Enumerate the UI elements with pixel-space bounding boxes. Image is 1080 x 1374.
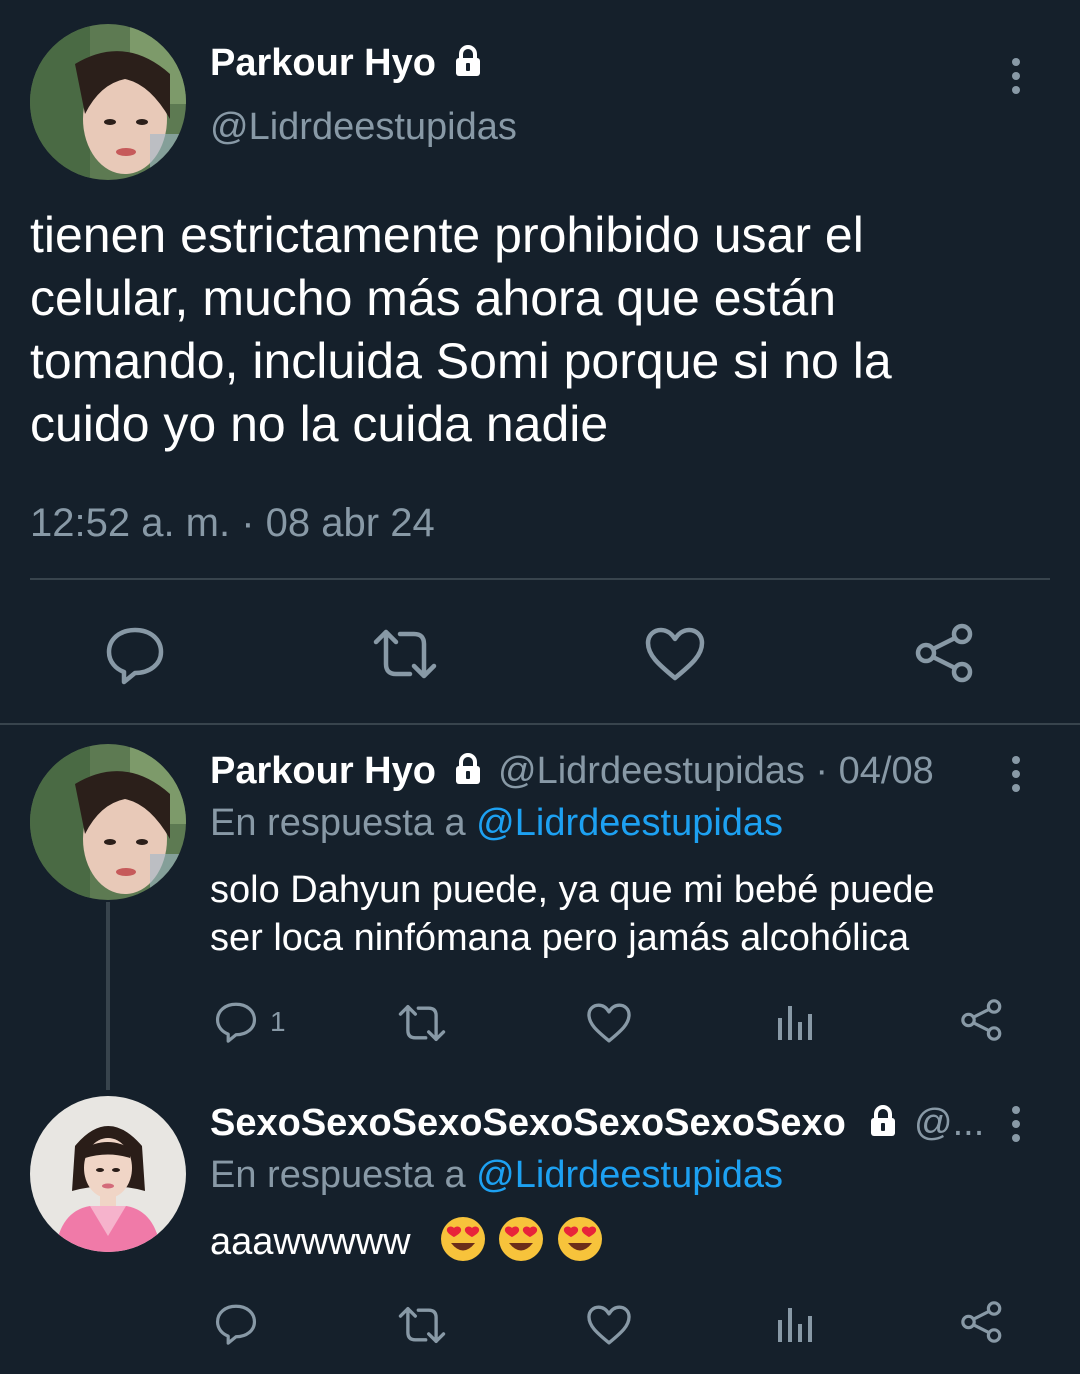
replying-to-link[interactable]: @Lidrdeestupidas — [476, 1154, 783, 1196]
avatar[interactable] — [30, 24, 186, 180]
more-options-icon[interactable] — [1006, 58, 1026, 100]
avatar[interactable] — [30, 1096, 186, 1252]
thread-line — [106, 902, 110, 1090]
like-button[interactable] — [644, 626, 706, 682]
heart-eyes-emoji — [557, 1217, 602, 1261]
share-button[interactable] — [960, 1300, 1004, 1344]
analytics-button[interactable] — [776, 1004, 816, 1040]
lock-icon — [456, 45, 480, 76]
share-button[interactable] — [960, 998, 1004, 1042]
author-name[interactable]: SexoSexoSexoSexoSexoSexoSexo — [210, 1100, 846, 1146]
reply-button[interactable] — [214, 1302, 258, 1346]
more-options-icon[interactable] — [1006, 756, 1026, 798]
analytics-icon — [778, 1308, 812, 1342]
avatar[interactable] — [30, 744, 186, 900]
retweet-button[interactable] — [370, 626, 440, 682]
analytics-button[interactable] — [776, 1306, 816, 1342]
replying-prefix: En respuesta a — [210, 802, 466, 844]
reply-button[interactable]: 1 — [214, 1000, 286, 1044]
reply-text-content: aaawwwww — [210, 1221, 411, 1263]
retweet-button[interactable] — [396, 1304, 448, 1346]
replying-to-link[interactable]: @Lidrdeestupidas — [476, 802, 783, 844]
retweet-icon — [398, 1004, 446, 1042]
replying-to: En respuesta a @Lidrdeestupidas — [210, 800, 783, 846]
author-handle[interactable]: @Lidrdeestupidas — [210, 104, 517, 150]
timestamp[interactable]: 12:52 a. m. · 08 abr 24 — [30, 500, 435, 546]
tweet-text-line: tienen estrictamente prohibido usar el — [30, 207, 864, 263]
author-handle[interactable]: @... — [914, 1100, 984, 1146]
like-icon — [587, 1305, 631, 1345]
retweet-icon — [398, 1306, 446, 1344]
author-name[interactable]: Parkour Hyo — [210, 748, 436, 794]
tweet-text-line: celular, mucho más ahora que están — [30, 270, 837, 326]
section-divider — [0, 723, 1080, 725]
share-icon — [961, 999, 1002, 1041]
heart-eyes-emoji — [440, 1217, 485, 1261]
more-options-icon[interactable] — [1006, 1106, 1026, 1148]
author-name[interactable]: Parkour Hyo — [210, 40, 436, 86]
like-icon — [645, 627, 705, 681]
retweet-button[interactable] — [396, 1002, 448, 1044]
reply-text-line: solo Dahyun puede, ya que mi bebé puede — [210, 869, 935, 911]
reply-icon — [215, 1304, 257, 1345]
share-icon — [961, 1301, 1002, 1343]
analytics-icon — [778, 1006, 812, 1040]
lock-icon — [456, 753, 480, 784]
tweet-text-line: tomando, incluida Somi porque si no la — [30, 333, 892, 389]
like-icon — [587, 1003, 631, 1043]
share-icon — [915, 623, 973, 683]
tweet-text-line: cuido yo no la cuida nadie — [30, 396, 609, 452]
replying-prefix: En respuesta a — [210, 1154, 466, 1196]
divider — [30, 578, 1050, 580]
reply-icon — [106, 627, 164, 685]
lock-icon — [871, 1105, 895, 1136]
tweet-text: tienen estrictamente prohibido usar el c… — [30, 204, 1060, 456]
reply-button[interactable] — [104, 624, 166, 686]
author-handle-date[interactable]: @Lidrdeestupidas · 04/08 — [498, 748, 934, 794]
replying-to: En respuesta a @Lidrdeestupidas — [210, 1152, 783, 1198]
retweet-icon — [373, 629, 437, 679]
share-button[interactable] — [914, 622, 976, 684]
reply-text-line: ser loca ninfómana pero jamás alcohólica — [210, 917, 910, 959]
reply-text: solo Dahyun puede, ya que mi bebé puede … — [210, 866, 935, 962]
like-button[interactable] — [586, 1002, 632, 1044]
reply-count: 1 — [270, 1006, 286, 1037]
heart-eyes-emoji — [499, 1217, 544, 1261]
reply-text: aaawwwww — [210, 1216, 605, 1267]
like-button[interactable] — [586, 1304, 632, 1346]
reply-icon — [215, 1002, 257, 1043]
